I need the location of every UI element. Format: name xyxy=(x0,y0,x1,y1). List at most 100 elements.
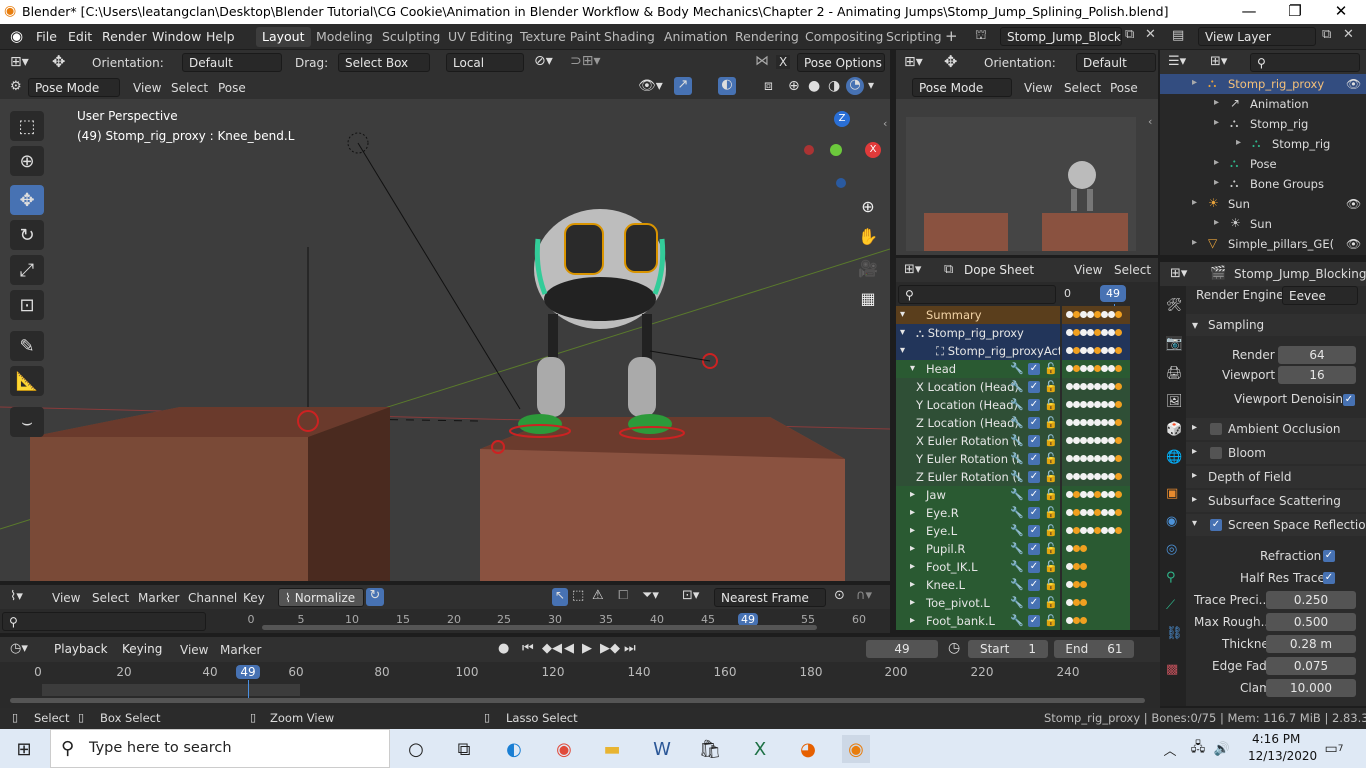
camera-orientation-dropdown[interactable]: Default xyxy=(1076,53,1156,72)
cortana-icon[interactable]: ○ xyxy=(402,735,430,763)
mirror-icon[interactable]: ⋈ xyxy=(755,53,769,69)
object-tab-icon[interactable]: ▣ xyxy=(1166,486,1178,501)
transform-tool[interactable]: ⊡ xyxy=(10,290,44,320)
outliner-type-icon[interactable]: ☰▾ xyxy=(1168,54,1186,69)
play-icon[interactable]: ▶ xyxy=(582,641,592,656)
keyframe-dot[interactable] xyxy=(1073,545,1080,552)
keyframe-dot[interactable] xyxy=(1066,383,1073,390)
channel-enable-checkbox[interactable]: ✓ xyxy=(1028,597,1040,609)
wrench-icon[interactable]: 🔧 xyxy=(1010,540,1024,558)
solid-shading-icon[interactable]: ● xyxy=(808,78,820,94)
channel-enable-checkbox[interactable]: ✓ xyxy=(1028,561,1040,573)
lock-icon[interactable]: 🔓 xyxy=(1044,378,1058,396)
lock-icon[interactable]: 🔓 xyxy=(1044,504,1058,522)
wrench-icon[interactable]: 🔧 xyxy=(1010,450,1024,468)
keyframe-dot[interactable] xyxy=(1115,491,1122,498)
channel-enable-checkbox[interactable]: ✓ xyxy=(1028,435,1040,447)
tab-compositing[interactable]: Compositing xyxy=(799,27,889,47)
expand-triangle-icon[interactable]: ▸ xyxy=(910,594,915,612)
dopesheet-channel[interactable]: Z Euler Rotation (I 🔧 ✓ 🔓 xyxy=(896,468,1060,486)
copy-scene-icon[interactable]: ⧉ xyxy=(1125,27,1134,42)
graph-editor-type-icon[interactable]: ⌇▾ xyxy=(10,589,23,604)
disclosure-triangle-icon[interactable]: ▸ xyxy=(1214,97,1219,108)
render-panel-header[interactable]: ▾ ✓ Screen Space Reflections xyxy=(1186,514,1366,536)
dopesheet-channel[interactable]: ▾ Summary xyxy=(896,306,1060,324)
keyframe-dot[interactable] xyxy=(1080,401,1087,408)
orientation-dropdown[interactable]: Default xyxy=(182,53,282,72)
render-panel-header[interactable]: ▸ Subsurface Scattering xyxy=(1186,490,1366,512)
keyframe-dot[interactable] xyxy=(1094,437,1101,444)
keyframe-dot[interactable] xyxy=(1080,329,1087,336)
lock-icon[interactable]: 🔓 xyxy=(1044,414,1058,432)
keyframe-dot[interactable] xyxy=(1087,437,1094,444)
keyframe-dot[interactable] xyxy=(1066,365,1073,372)
disclosure-triangle-icon[interactable]: ▸ xyxy=(1214,177,1219,188)
remove-scene-icon[interactable]: ✕ xyxy=(1145,27,1156,42)
camera-editor-type-icon[interactable]: ⊞▾ xyxy=(904,54,923,70)
half-res-trace-checkbox[interactable]: ✓ xyxy=(1323,572,1335,584)
wrench-icon[interactable]: 🔧 xyxy=(1010,396,1024,414)
keyframe-dot[interactable] xyxy=(1094,365,1101,372)
keyframe-dot[interactable] xyxy=(1108,509,1115,516)
tab-texture-paint[interactable]: Texture Paint xyxy=(514,27,607,47)
mode-dropdown[interactable]: Pose Mode xyxy=(28,78,120,97)
normalize-toggle[interactable]: ⌇ Normalize xyxy=(278,588,364,607)
modifiers-tab-icon[interactable]: ◉ xyxy=(1166,514,1177,529)
tool-tab-icon[interactable]: 🛠 xyxy=(1166,298,1183,313)
camera-sidebar-toggle-icon[interactable]: ‹ xyxy=(1148,115,1152,128)
graph-menu-channel[interactable]: Channel xyxy=(188,591,237,605)
minimize-button[interactable]: — xyxy=(1226,2,1272,20)
task-view-icon[interactable]: ⧉ xyxy=(450,735,478,763)
properties-type-icon[interactable]: ⊞▾ xyxy=(1170,266,1187,281)
pivot-point-icon[interactable]: ⊡▾ xyxy=(682,588,699,603)
dopesheet-type-icon[interactable]: ⊞▾ xyxy=(904,262,921,277)
keyframe-dot[interactable] xyxy=(1066,437,1073,444)
copy-view-layer-icon[interactable]: ⧉ xyxy=(1322,27,1331,42)
transform-icon[interactable]: ✥ xyxy=(52,52,65,71)
lock-icon[interactable]: 🔓 xyxy=(1044,522,1058,540)
dopesheet-channel[interactable]: Y Location (Head) 🔧 ✓ 🔓 xyxy=(896,396,1060,414)
wrench-icon[interactable]: 🔧 xyxy=(1010,360,1024,378)
x-mirror-toggle[interactable]: X xyxy=(776,55,791,69)
keyframe-dot[interactable] xyxy=(1101,365,1108,372)
gizmo-toggle-icon[interactable]: ↗ xyxy=(674,77,692,95)
wrench-icon[interactable]: 🔧 xyxy=(1010,414,1024,432)
keyframe-dot[interactable] xyxy=(1073,383,1080,390)
wrench-icon[interactable]: 🔧 xyxy=(1010,522,1024,540)
snap-icon[interactable]: ⊘▾ xyxy=(534,53,553,69)
camera-view-button[interactable]: 🎥 xyxy=(854,254,882,282)
channel-enable-checkbox[interactable]: ✓ xyxy=(1028,525,1040,537)
keyframe-dot[interactable] xyxy=(1115,329,1122,336)
keyframe-dot[interactable] xyxy=(1087,311,1094,318)
render-panel-header[interactable]: ▸ Depth of Field xyxy=(1186,466,1366,488)
keyframe-dot[interactable] xyxy=(1080,599,1087,606)
graph-menu-key[interactable]: Key xyxy=(243,591,265,605)
render-panel-header[interactable]: ▸ Bloom xyxy=(1186,442,1366,464)
keyframe-dot[interactable] xyxy=(1080,455,1087,462)
start-frame-field[interactable]: Start 1 xyxy=(968,640,1048,658)
viewport-menu-view[interactable]: View xyxy=(133,81,161,95)
keyframe-dot[interactable] xyxy=(1080,311,1087,318)
visibility-eye-icon[interactable]: 👁 xyxy=(1346,77,1361,91)
keyframe-strip[interactable] xyxy=(1062,612,1130,630)
channel-enable-checkbox[interactable]: ✓ xyxy=(1028,399,1040,411)
keyframe-dot[interactable] xyxy=(1066,527,1073,534)
edge-browser-icon[interactable]: ◐ xyxy=(500,735,528,763)
firefox-icon[interactable]: ◕ xyxy=(794,735,822,763)
keyframe-dot[interactable] xyxy=(1094,527,1101,534)
keyframe-dot[interactable] xyxy=(1066,617,1073,624)
thickness-field[interactable]: 0.28 m xyxy=(1266,635,1356,653)
outliner-item[interactable]: ▸ ▽ Simple_pillars_GE(👁 xyxy=(1160,234,1366,254)
jump-end-icon[interactable]: ⏭ xyxy=(624,641,636,656)
channel-enable-checkbox[interactable]: ✓ xyxy=(1028,507,1040,519)
tab-scripting[interactable]: Scripting xyxy=(880,27,948,47)
keyframe-dot[interactable] xyxy=(1115,455,1122,462)
disclosure-triangle-icon[interactable]: ▸ xyxy=(1214,217,1219,228)
play-reverse-icon[interactable]: ◀ xyxy=(564,641,574,656)
menu-window[interactable]: Window xyxy=(152,29,201,44)
lock-icon[interactable]: 🔓 xyxy=(1044,450,1058,468)
snap-mode-dropdown[interactable]: Nearest Frame xyxy=(714,588,826,607)
keyframe-dot[interactable] xyxy=(1087,383,1094,390)
keyframe-dot[interactable] xyxy=(1087,347,1094,354)
keyframe-dot[interactable] xyxy=(1101,455,1108,462)
